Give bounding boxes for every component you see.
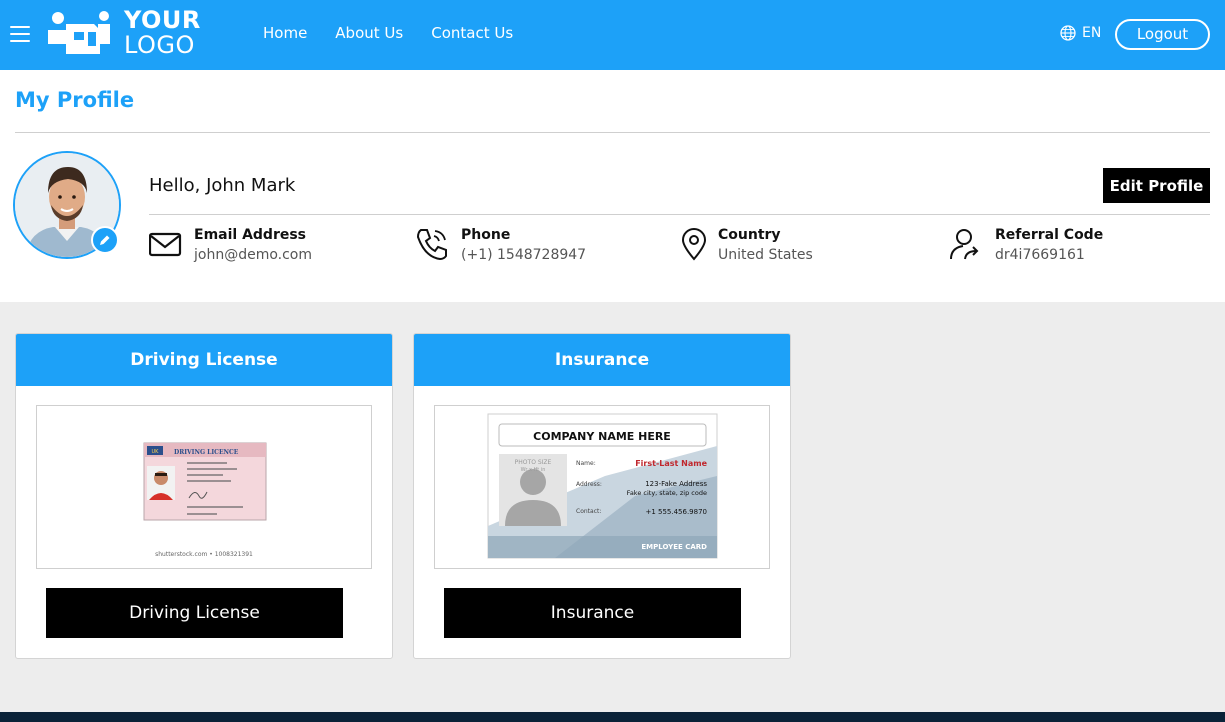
phone-value: (+1) 1548728947 xyxy=(461,247,587,263)
phone-info: Phone (+1) 1548728947 xyxy=(415,225,655,269)
insurance-card: Insurance COMPANY NAME HERE PHOTO SIZE W… xyxy=(413,333,791,659)
page-title: My Profile xyxy=(15,88,135,112)
country-label: Country xyxy=(718,227,781,243)
email-info: Email Address john@demo.com xyxy=(149,225,399,269)
language-selector[interactable]: EN xyxy=(1060,25,1101,41)
logout-button[interactable]: Logout xyxy=(1115,19,1210,50)
logo-line-2: LOGO xyxy=(124,31,195,59)
address-line-2: Fake city, state, zip code xyxy=(627,489,707,497)
card-title: Insurance xyxy=(414,334,790,386)
nav-home[interactable]: Home xyxy=(263,24,307,42)
edit-profile-button[interactable]: Edit Profile xyxy=(1103,168,1210,203)
contact-value: +1 555.456.9870 xyxy=(645,508,707,516)
country-info: Country United States xyxy=(680,225,920,269)
divider xyxy=(149,214,1210,215)
country-value: United States xyxy=(718,247,813,263)
address-line-1: 123-Fake Address xyxy=(645,480,707,488)
top-navbar: YOUR LOGO Home About Us Contact Us EN Lo… xyxy=(0,0,1225,70)
nav-contact-us[interactable]: Contact Us xyxy=(431,24,513,42)
license-badge: UK xyxy=(152,449,160,455)
phone-icon xyxy=(416,229,447,261)
name-value: First-Last Name xyxy=(635,459,707,468)
phone-label: Phone xyxy=(461,227,511,243)
name-label: Name: xyxy=(576,460,596,467)
card-title: Driving License xyxy=(16,334,392,386)
email-label: Email Address xyxy=(194,227,307,243)
logo-mark-icon xyxy=(48,11,110,54)
driving-license-image[interactable]: UK DRIVING LICENCE shutterstock.com • 10… xyxy=(36,405,372,569)
insurance-illustration: COMPANY NAME HERE PHOTO SIZE Wr x Ht in … xyxy=(487,413,718,559)
footer xyxy=(0,712,1225,722)
logo-line-1: YOUR xyxy=(124,6,201,34)
logo[interactable]: YOUR LOGO xyxy=(44,8,209,62)
referral-info: Referral Code dr4i7669161 xyxy=(948,225,1188,269)
greeting: Hello, John Mark xyxy=(149,175,296,196)
logo-text: YOUR LOGO xyxy=(124,8,201,58)
main-nav: Home About Us Contact Us xyxy=(263,24,513,42)
photo-size-label: PHOTO SIZE xyxy=(515,459,552,466)
photo-size-sub: Wr x Ht in xyxy=(521,467,546,473)
contact-label: Contact: xyxy=(576,508,601,515)
driving-license-button[interactable]: Driving License xyxy=(46,588,343,638)
driving-license-card: Driving License UK DRIVING LICENCE shutt… xyxy=(15,333,393,659)
employee-card-label: EMPLOYEE CARD xyxy=(641,543,707,551)
license-heading: DRIVING LICENCE xyxy=(174,449,239,456)
referral-value: dr4i7669161 xyxy=(995,247,1085,263)
nav-about-us[interactable]: About Us xyxy=(335,24,403,42)
envelope-icon xyxy=(149,232,182,257)
map-pin-icon xyxy=(681,228,707,261)
license-illustration: UK DRIVING LICENCE shutterstock.com • 10… xyxy=(143,442,267,558)
divider xyxy=(15,132,1210,133)
email-value: john@demo.com xyxy=(194,247,313,263)
language-label: EN xyxy=(1082,25,1102,41)
referral-label: Referral Code xyxy=(995,227,1104,243)
insurance-button[interactable]: Insurance xyxy=(444,588,741,638)
globe-icon xyxy=(1060,25,1076,41)
user-share-icon xyxy=(950,229,979,260)
watermark-text: shutterstock.com • 1008321391 xyxy=(155,551,253,558)
address-label: Address: xyxy=(576,481,602,488)
pencil-icon xyxy=(100,235,110,245)
profile-section: My Profile Hello, John Mark Edit Profile… xyxy=(0,70,1225,302)
insurance-image[interactable]: COMPANY NAME HERE PHOTO SIZE Wr x Ht in … xyxy=(434,405,770,569)
avatar-edit-button[interactable] xyxy=(91,226,119,254)
company-name: COMPANY NAME HERE xyxy=(533,430,671,443)
hamburger-menu-icon[interactable] xyxy=(10,26,30,42)
